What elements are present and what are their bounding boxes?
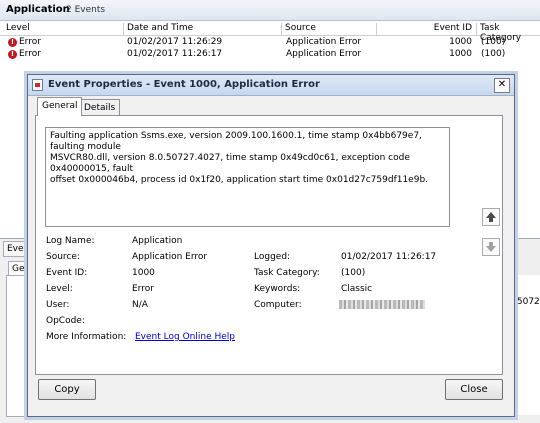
- user-value: N/A: [132, 300, 148, 310]
- row-category: (100): [481, 37, 506, 47]
- keywords-label: Keywords:: [254, 284, 301, 294]
- keywords-value: Classic: [341, 284, 373, 294]
- event-properties-dialog: Event Properties - Event 1000, Applicati…: [27, 74, 515, 417]
- tab-details[interactable]: Details: [79, 99, 121, 115]
- background-right-panel: [513, 275, 540, 415]
- row-event-id: 1000: [449, 37, 472, 47]
- dialog-titlebar[interactable]: Event Properties - Event 1000, Applicati…: [28, 75, 514, 96]
- previous-event-button[interactable]: [482, 208, 500, 226]
- column-task-category[interactable]: Task Category: [476, 23, 540, 43]
- event-id-label: Event ID:: [46, 268, 88, 278]
- close-button[interactable]: Close: [445, 379, 503, 400]
- row-level: Error: [19, 37, 41, 47]
- task-category-value: (100): [341, 268, 366, 278]
- close-icon[interactable]: ✕: [494, 78, 510, 93]
- column-level[interactable]: Level: [3, 23, 123, 35]
- task-category-label: Task Category:: [254, 268, 320, 278]
- tab-general[interactable]: General: [37, 97, 83, 116]
- dialog-title: Event Properties - Event 1000, Applicati…: [48, 79, 320, 90]
- column-event-id[interactable]: Event ID: [376, 23, 476, 35]
- app-header: Application 2 Events: [0, 0, 540, 21]
- event-description[interactable]: Faulting application Ssms.exe, version 2…: [45, 127, 450, 227]
- log-name-value: Application: [132, 236, 183, 246]
- row-level: Error: [19, 49, 41, 59]
- logged-value: 01/02/2017 11:26:17: [341, 252, 437, 262]
- column-date-time[interactable]: Date and Time: [123, 23, 281, 35]
- event-viewer-icon: [32, 79, 43, 91]
- source-value: Application Error: [132, 252, 208, 262]
- row-source: Application Error: [286, 37, 362, 47]
- event-list-header: Level Date and Time Source Event ID Task…: [0, 22, 540, 43]
- row-source: Application Error: [286, 49, 362, 59]
- column-source[interactable]: Source: [281, 23, 376, 35]
- computer-value-redacted: [339, 300, 425, 309]
- event-row[interactable]: ! Error 01/02/2017 11:26:17 Application …: [0, 49, 540, 61]
- opcode-label: OpCode:: [46, 316, 85, 326]
- source-label: Source:: [46, 252, 80, 262]
- error-icon: !: [8, 50, 17, 59]
- more-information-label: More Information:: [46, 332, 127, 342]
- row-category: (100): [481, 49, 506, 59]
- event-id-value: 1000: [132, 268, 155, 278]
- background-right-text: .50727: [514, 297, 540, 307]
- row-datetime: 01/02/2017 11:26:17: [127, 49, 223, 59]
- event-log-online-help-link[interactable]: Event Log Online Help: [135, 332, 235, 342]
- general-tab-panel: Faulting application Ssms.exe, version 2…: [35, 115, 503, 375]
- level-value: Error: [132, 284, 154, 294]
- arrow-up-icon: [486, 212, 496, 222]
- row-datetime: 01/02/2017 11:26:29: [127, 37, 223, 47]
- level-label: Level:: [46, 284, 73, 294]
- log-name-label: Log Name:: [46, 236, 95, 246]
- copy-button[interactable]: Copy: [38, 379, 96, 400]
- row-event-id: 1000: [449, 49, 472, 59]
- computer-label: Computer:: [254, 300, 302, 310]
- next-event-button[interactable]: [482, 238, 500, 256]
- app-title: Application: [6, 4, 70, 15]
- event-count: 2 Events: [66, 5, 106, 15]
- user-label: User:: [46, 300, 70, 310]
- logged-label: Logged:: [254, 252, 291, 262]
- event-row[interactable]: ! Error 01/02/2017 11:26:29 Application …: [0, 37, 540, 49]
- error-icon: !: [8, 38, 17, 47]
- arrow-down-icon: [486, 242, 496, 252]
